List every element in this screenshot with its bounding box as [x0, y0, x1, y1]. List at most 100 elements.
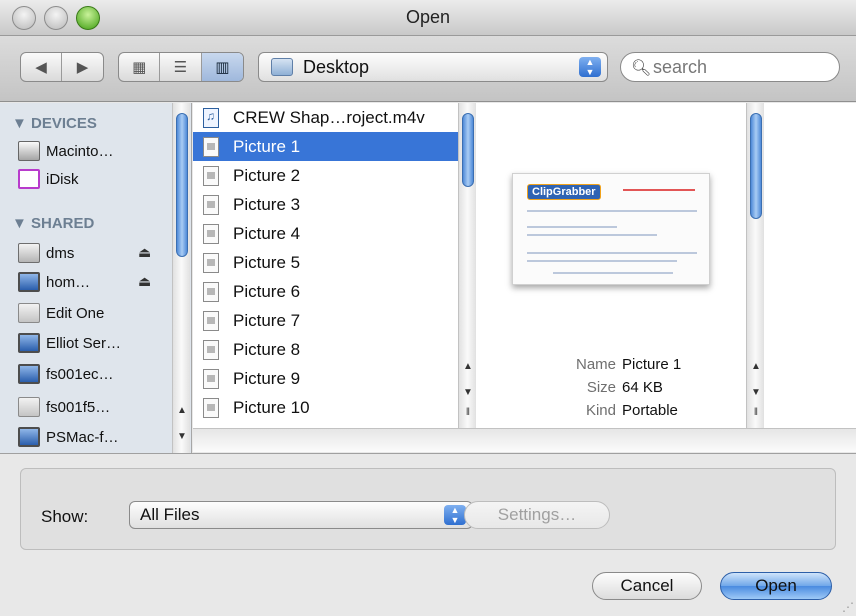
file-row[interactable]: Picture 4 — [193, 219, 458, 248]
list-view-icon: ☰ — [173, 59, 188, 76]
scroll-up-arrow-icon[interactable]: ▲ — [460, 359, 476, 375]
sidebar-item-label: iDisk — [46, 170, 79, 188]
thumbnail-line — [527, 234, 657, 236]
file-row[interactable]: Picture 5 — [193, 248, 458, 277]
thumbnail-line — [553, 272, 673, 274]
back-forward-control: ◀ ▶ — [20, 52, 104, 82]
scroll-down-arrow-icon[interactable]: ▼ — [174, 429, 190, 445]
back-button[interactable]: ◀ — [21, 53, 63, 81]
preview-column-scrollbar[interactable]: ▲ ▼ ǁ — [746, 103, 764, 428]
list-view-button[interactable]: ☰ — [160, 53, 202, 81]
image-file-icon — [203, 194, 219, 215]
icon-view-icon: ▦ — [132, 59, 147, 76]
image-file-icon — [203, 252, 219, 273]
sidebar-scroll-thumb[interactable] — [176, 113, 188, 257]
movie-file-icon — [203, 107, 219, 128]
sidebar-item-label: dms — [46, 244, 75, 262]
file-list-column: CREW Shap…roject.m4v Picture 1 Picture 2 Pi… — [193, 103, 458, 428]
image-file-icon — [203, 368, 219, 389]
popup-arrows-icon: ▲ ▼ — [444, 505, 466, 525]
file-row[interactable]: Picture 3 — [193, 190, 458, 219]
preview-column: ClipGrabber Name Picture 1 Size 64 KB Ki… — [476, 103, 746, 428]
sidebar-item-dms[interactable]: dms — [18, 241, 74, 265]
file-row[interactable]: Picture 8 — [193, 335, 458, 364]
file-row[interactable]: Picture 2 — [193, 161, 458, 190]
scroll-up-arrow-icon[interactable]: ▲ — [174, 403, 190, 419]
eject-icon[interactable]: ⏏ — [138, 273, 151, 290]
sidebar-item-home[interactable]: hom… — [18, 270, 90, 294]
preview-scroll-thumb[interactable] — [750, 113, 762, 219]
scroll-up-arrow-icon[interactable]: ▲ — [748, 359, 764, 375]
horizontal-scrollbar[interactable] — [193, 428, 856, 452]
column-resize-handle[interactable]: ǁ — [460, 405, 476, 421]
image-file-icon — [203, 136, 219, 157]
icon-view-button[interactable]: ▦ — [119, 53, 161, 81]
sidebar-item-label: PSMac-f… — [46, 428, 119, 446]
settings-button[interactable]: Settings… — [464, 501, 610, 529]
sidebar-item-fs001ec[interactable]: fs001ec… — [18, 362, 114, 386]
sidebar-item-edit-one[interactable]: Edit One — [18, 301, 104, 325]
image-file-icon — [203, 223, 219, 244]
location-popup[interactable]: Desktop ▲ ▼ — [258, 52, 608, 82]
show-label: Show: — [41, 507, 89, 526]
thumbnail-line — [527, 210, 697, 212]
folder-icon — [271, 58, 293, 76]
view-mode-control: ▦ ☰ ▥ — [118, 52, 244, 82]
scroll-down-arrow-icon[interactable]: ▼ — [748, 385, 764, 401]
image-file-icon — [203, 397, 219, 418]
column-resize-handle[interactable]: ǁ — [748, 405, 764, 421]
file-row[interactable]: Picture 1 — [193, 132, 458, 161]
name-value: Picture 1 — [622, 356, 682, 373]
sidebar: ▼ DEVICES Macinto… iDisk ▼ SHARED dms ⏏ … — [0, 103, 192, 453]
computer-monitor-icon — [18, 427, 40, 447]
resize-grip-icon[interactable]: ⋰ — [842, 600, 854, 614]
image-file-icon — [203, 310, 219, 331]
column-view-button[interactable]: ▥ — [201, 53, 243, 81]
name-label: Name — [575, 356, 616, 373]
sidebar-scrollbar[interactable]: ▲ ▼ — [172, 103, 190, 453]
file-row[interactable]: CREW Shap…roject.m4v — [193, 103, 458, 132]
sidebar-item-macintosh-hd[interactable]: Macinto… — [18, 139, 114, 163]
sidebar-item-label: hom… — [46, 273, 91, 291]
bottom-panel: Show: All Files ▲ ▼ Settings… Cancel Open… — [0, 453, 856, 616]
forward-button[interactable]: ▶ — [62, 53, 103, 81]
column-view-icon: ▥ — [215, 59, 230, 76]
sidebar-item-idisk[interactable]: iDisk — [18, 167, 79, 191]
file-row[interactable]: Picture 9 — [193, 364, 458, 393]
empty-column — [764, 103, 856, 428]
image-file-icon — [203, 281, 219, 302]
thumbnail-logo: ClipGrabber — [527, 184, 601, 200]
file-name: Picture 8 — [233, 339, 301, 359]
preview-size-row: Size 64 KB — [476, 379, 746, 401]
file-row[interactable]: Picture 10 — [193, 393, 458, 422]
sidebar-item-elliot-server[interactable]: Elliot Ser… — [18, 331, 121, 355]
file-row[interactable]: Picture 7 — [193, 306, 458, 335]
back-arrow-icon: ◀ — [35, 59, 47, 76]
cancel-button[interactable]: Cancel — [592, 572, 702, 600]
shared-header[interactable]: ▼ SHARED — [12, 215, 94, 232]
size-value: 64 KB — [622, 379, 663, 396]
computer-monitor-icon — [18, 272, 40, 292]
sidebar-item-psmac[interactable]: PSMac-f… — [18, 425, 119, 449]
scroll-down-arrow-icon[interactable]: ▼ — [460, 385, 476, 401]
toolbar: ◀ ▶ ▦ ☰ ▥ Desktop ▲ ▼ 🔍︎ — [0, 36, 856, 102]
file-column-scroll-thumb[interactable] — [462, 113, 474, 187]
search-icon: 🔍︎ — [631, 60, 652, 77]
search-input[interactable] — [651, 56, 831, 78]
eject-icon[interactable]: ⏏ — [138, 244, 151, 261]
idisk-icon — [18, 169, 40, 189]
open-button[interactable]: Open — [720, 572, 832, 600]
sidebar-item-label: fs001ec… — [46, 365, 114, 383]
show-filter-popup[interactable]: All Files ▲ ▼ — [129, 501, 473, 529]
search-field[interactable]: 🔍︎ — [620, 52, 840, 82]
file-name: Picture 4 — [233, 223, 301, 243]
file-name: Picture 10 — [233, 397, 310, 417]
file-row[interactable]: Picture 6 — [193, 277, 458, 306]
devices-header[interactable]: ▼ DEVICES — [12, 115, 97, 132]
sidebar-item-label: fs001f5… — [46, 398, 111, 416]
thumbnail-line — [527, 252, 697, 254]
thumbnail-line — [527, 260, 677, 262]
sidebar-item-fs001f5[interactable]: fs001f5… — [18, 395, 110, 419]
preview-kind-row: Kind Portable — [476, 402, 746, 424]
file-column-scrollbar[interactable]: ▲ ▼ ǁ — [458, 103, 476, 428]
